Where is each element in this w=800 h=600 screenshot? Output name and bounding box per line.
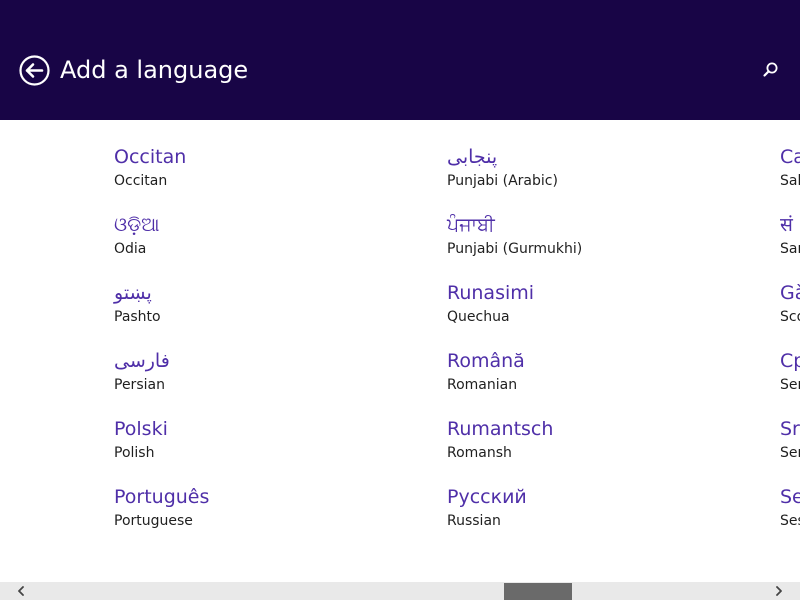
language-native-name: فارسی — [114, 350, 170, 372]
language-english-name: Occitan — [114, 173, 168, 189]
language-native-name: Rumantsch — [447, 418, 554, 440]
language-item-partial-2[interactable]: सं San — [780, 212, 800, 280]
language-english-name: Pashto — [114, 309, 161, 325]
language-native-name: Polski — [114, 418, 168, 440]
language-native-name: Runasimi — [447, 282, 535, 304]
page-title: Add a language — [60, 56, 249, 84]
scrollbar-thumb[interactable] — [504, 583, 572, 600]
language-item-pashto[interactable]: پښتو Pashto — [114, 280, 414, 348]
language-column-2: پنجابی Punjabi (Arabic) ਪੰਜਾਬੀ Punjabi (… — [447, 144, 747, 552]
language-english-name: Persian — [114, 377, 165, 393]
language-english-name: Romanian — [447, 377, 518, 393]
language-native-name: Se — [780, 486, 800, 508]
language-native-name: پنجابی — [447, 146, 498, 168]
search-button[interactable] — [760, 60, 780, 80]
language-english-name: Ser — [780, 445, 800, 461]
scroll-right-button[interactable] — [770, 582, 788, 600]
language-english-name: Russian — [447, 513, 501, 529]
back-button[interactable] — [19, 55, 50, 86]
language-native-name: Русский — [447, 486, 527, 508]
search-icon — [763, 62, 778, 77]
language-native-name: Ca — [780, 146, 800, 168]
language-english-name: Polish — [114, 445, 155, 461]
language-english-name: Ses — [780, 513, 800, 529]
language-native-name: Occitan — [114, 146, 187, 168]
language-item-odia[interactable]: ଓଡ଼ିଆ Odia — [114, 212, 414, 280]
language-column-1: Occitan Occitan ଓଡ଼ିଆ Odia پښتو Pashto ف… — [114, 144, 414, 552]
language-item-partial-3[interactable]: Gà Sco — [780, 280, 800, 348]
language-item-quechua[interactable]: Runasimi Quechua — [447, 280, 747, 348]
language-native-name: ਪੰਜਾਬੀ — [447, 214, 495, 236]
language-english-name: Ser — [780, 377, 800, 393]
language-native-name: Sr — [780, 418, 800, 440]
language-item-portuguese[interactable]: Português Portuguese — [114, 484, 414, 552]
language-english-name: Quechua — [447, 309, 510, 325]
chevron-right-icon — [776, 586, 782, 596]
language-native-name: Português — [114, 486, 210, 508]
language-native-name: Ср — [780, 350, 800, 372]
language-item-persian[interactable]: فارسی Persian — [114, 348, 414, 416]
language-item-polish[interactable]: Polski Polish — [114, 416, 414, 484]
language-native-name: Română — [447, 350, 525, 372]
horizontal-scrollbar[interactable] — [0, 582, 800, 600]
language-english-name: Odia — [114, 241, 147, 257]
chevron-left-icon — [18, 586, 24, 596]
language-native-name: Gà — [780, 282, 800, 304]
language-native-name: सं — [780, 214, 793, 236]
language-item-partial-5[interactable]: Sr Ser — [780, 416, 800, 484]
language-item-partial-4[interactable]: Ср Ser — [780, 348, 800, 416]
language-english-name: San — [780, 241, 800, 257]
language-english-name: Sak — [780, 173, 800, 189]
language-english-name: Portuguese — [114, 513, 193, 529]
language-english-name: Romansh — [447, 445, 512, 461]
language-english-name: Sco — [780, 309, 800, 325]
language-item-partial-1[interactable]: Ca Sak — [780, 144, 800, 212]
language-english-name: Punjabi (Gurmukhi) — [447, 241, 583, 257]
language-column-3: Ca Sak सं San Gà Sco Ср Ser Sr Ser Se Se… — [780, 144, 800, 552]
language-item-punjabi-gurmukhi[interactable]: ਪੰਜਾਬੀ Punjabi (Gurmukhi) — [447, 212, 747, 280]
language-item-partial-6[interactable]: Se Ses — [780, 484, 800, 552]
language-english-name: Punjabi (Arabic) — [447, 173, 558, 189]
scroll-left-button[interactable] — [12, 582, 30, 600]
language-list: Occitan Occitan ଓଡ଼ିଆ Odia پښتو Pashto ف… — [0, 120, 800, 582]
add-language-page: Add a language Occitan Occitan ଓଡ଼ିଆ Odi… — [0, 0, 800, 600]
language-item-russian[interactable]: Русский Russian — [447, 484, 747, 552]
language-item-romansh[interactable]: Rumantsch Romansh — [447, 416, 747, 484]
language-item-occitan[interactable]: Occitan Occitan — [114, 144, 414, 212]
language-native-name: ଓଡ଼ିଆ — [114, 214, 160, 236]
language-item-punjabi-arabic[interactable]: پنجابی Punjabi (Arabic) — [447, 144, 747, 212]
language-native-name: پښتو — [114, 282, 152, 304]
language-item-romanian[interactable]: Română Romanian — [447, 348, 747, 416]
page-header: Add a language — [0, 0, 800, 120]
back-arrow-circle-icon — [19, 55, 50, 86]
